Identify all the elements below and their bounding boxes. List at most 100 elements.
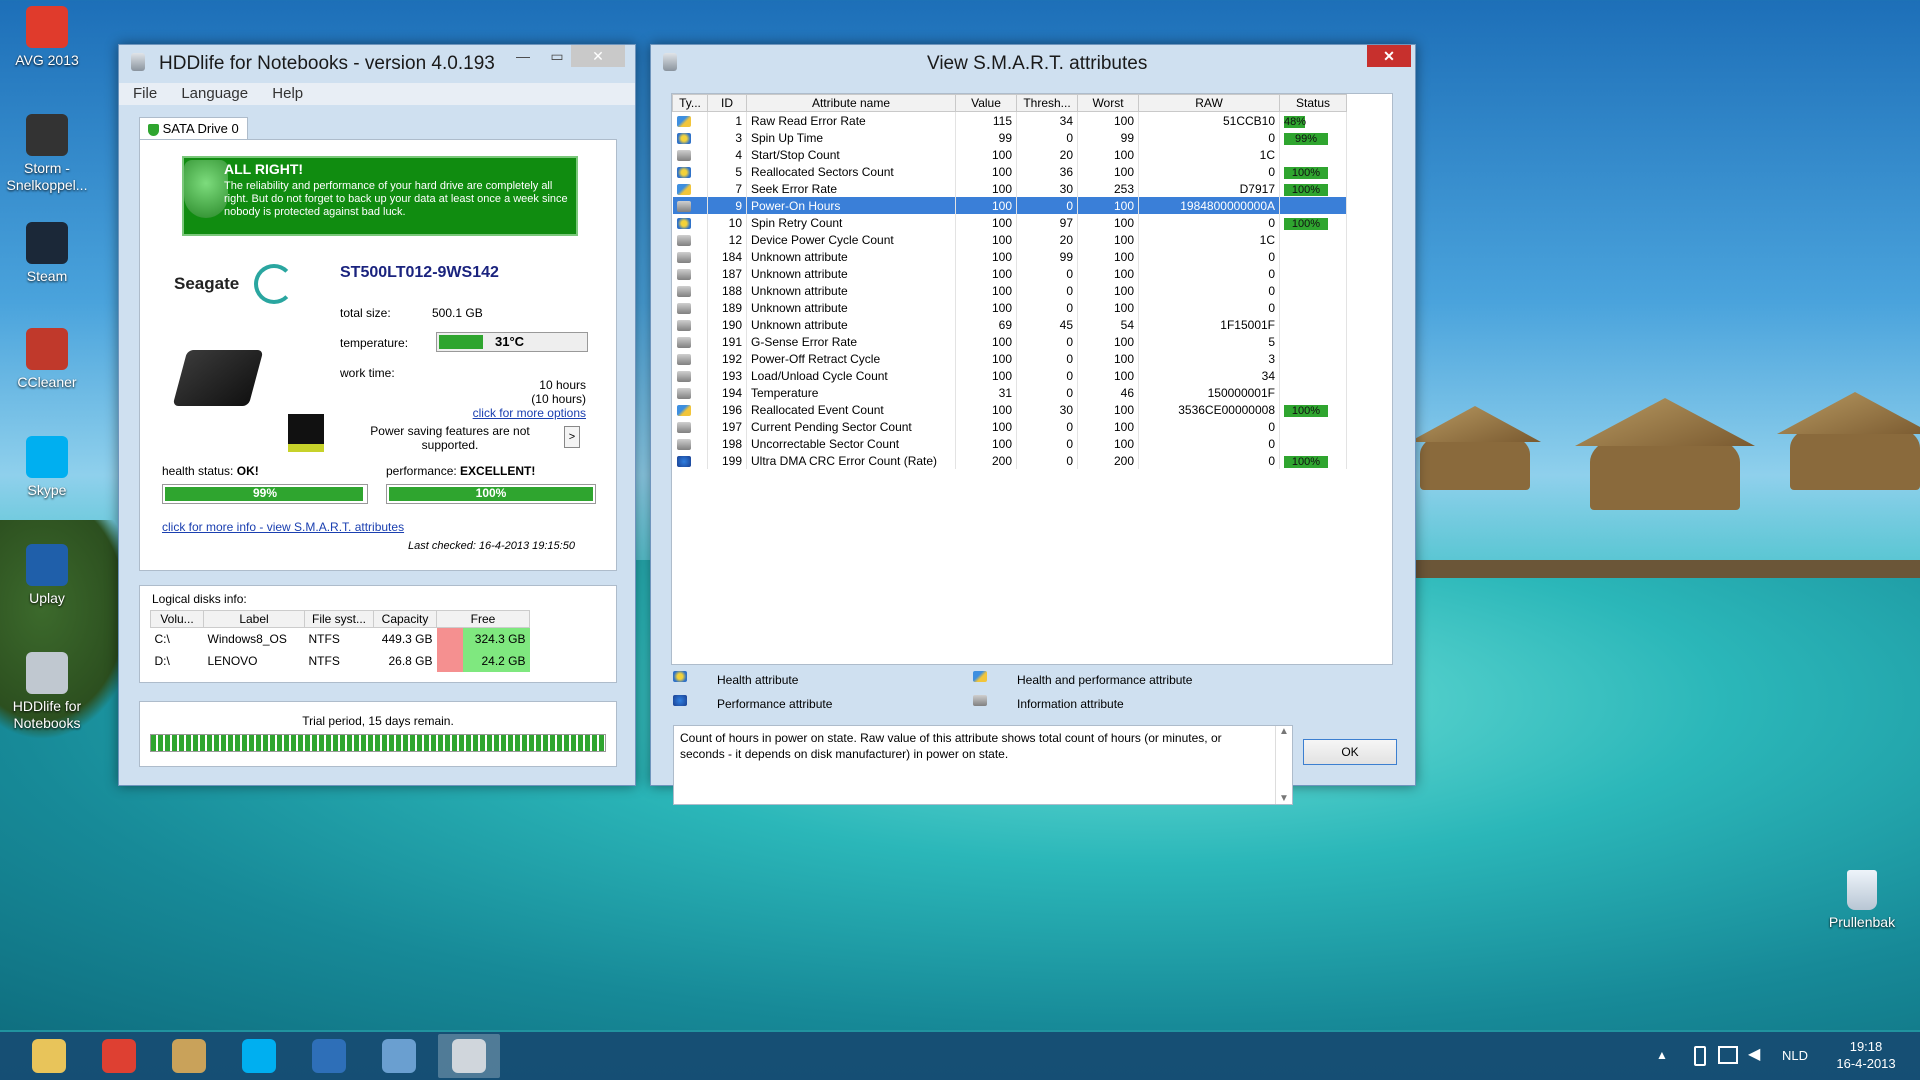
cell-name: Spin Retry Count <box>746 214 956 231</box>
column-header[interactable]: Label <box>203 610 305 628</box>
desktop-icon-1[interactable]: Storm - Snelkoppel... <box>4 114 90 194</box>
desktop-icon-label: Storm - Snelkoppel... <box>6 160 88 193</box>
table-row[interactable]: 199 Ultra DMA CRC Error Count (Rate) 200 0 2… <box>672 452 1347 469</box>
table-row[interactable]: 3 Spin Up Time 99 0 99 0 99% <box>672 129 1347 146</box>
desktop-icon-3[interactable]: CCleaner <box>4 328 90 391</box>
desktop-icon-4[interactable]: Skype <box>4 436 90 499</box>
attribute-description[interactable]: Count of hours in power on state. Raw va… <box>673 725 1293 805</box>
cell-worst: 100 <box>1077 111 1139 129</box>
app-icon <box>26 652 68 694</box>
desktop-icon-6[interactable]: HDDlife for Notebooks <box>4 652 90 732</box>
taskbar: ▲ ◀ NLD 19:18 16-4-2013 <box>0 1032 1920 1080</box>
health-attribute-icon <box>673 671 687 682</box>
column-header[interactable]: RAW <box>1138 94 1280 112</box>
table-row[interactable]: 198 Uncorrectable Sector Count 100 0 100 0 <box>672 435 1347 452</box>
column-header[interactable]: Attribute name <box>746 94 956 112</box>
taskbar-file-explorer[interactable] <box>18 1034 80 1078</box>
table-row[interactable]: D:\ LENOVO NTFS 26.8 GB 24.2 GB <box>151 650 530 672</box>
hard-drive-icon <box>172 350 264 406</box>
desktop-icon-2[interactable]: Steam <box>4 222 90 285</box>
taskbar-libraries[interactable] <box>158 1034 220 1078</box>
table-row[interactable]: 9 Power-On Hours 100 0 100 1984800000000A <box>672 197 1347 214</box>
table-row[interactable]: 4 Start/Stop Count 100 20 100 1C <box>672 146 1347 163</box>
menu-file[interactable]: File <box>133 85 157 102</box>
cell-status <box>1279 248 1347 265</box>
table-row[interactable]: 197 Current Pending Sector Count 100 0 100 0 <box>672 418 1347 435</box>
status-bar: 100% <box>1284 183 1328 196</box>
taskbar-control-panel[interactable] <box>368 1034 430 1078</box>
menu-help[interactable]: Help <box>272 85 303 102</box>
smart-attributes-link[interactable]: click for more info - view S.M.A.R.T. at… <box>162 520 404 534</box>
column-header[interactable]: Thresh... <box>1016 94 1078 112</box>
table-row[interactable]: 191 G-Sense Error Rate 100 0 100 5 <box>672 333 1347 350</box>
table-row[interactable]: 184 Unknown attribute 100 99 100 0 <box>672 248 1347 265</box>
clock[interactable]: 19:18 16-4-2013 <box>1826 1038 1906 1072</box>
taskbar-chrome[interactable] <box>88 1034 150 1078</box>
language-indicator[interactable]: NLD <box>1782 1048 1808 1063</box>
table-row[interactable]: 194 Temperature 31 0 46 150000001F <box>672 384 1347 401</box>
desktop-icon-0[interactable]: AVG 2013 <box>4 6 90 69</box>
desktop-icon-label: Steam <box>26 268 68 284</box>
table-row[interactable]: 10 Spin Retry Count 100 97 100 0 100% <box>672 214 1347 231</box>
desktop-icon-5[interactable]: Uplay <box>4 544 90 607</box>
battery-icon[interactable] <box>1694 1046 1706 1066</box>
column-header[interactable]: Status <box>1279 94 1347 112</box>
status-bar: 100% <box>1284 455 1328 468</box>
legend-information: Information attribute <box>1017 697 1124 711</box>
table-row[interactable]: 193 Load/Unload Cycle Count 100 0 100 34 <box>672 367 1347 384</box>
description-scrollbar[interactable]: ▲ ▼ <box>1275 726 1292 804</box>
table-row[interactable]: C:\ Windows8_OS NTFS 449.3 GB 324.3 GB <box>151 627 530 650</box>
column-header[interactable]: Free <box>436 610 530 628</box>
taskbar-uplay[interactable] <box>298 1034 360 1078</box>
health-percent: 99% <box>252 486 278 500</box>
table-row[interactable]: 188 Unknown attribute 100 0 100 0 <box>672 282 1347 299</box>
column-header[interactable]: ID <box>707 94 747 112</box>
show-hidden-icons-button[interactable]: ▲ <box>1656 1048 1668 1062</box>
power-info-button[interactable]: > <box>564 426 580 448</box>
taskbar-skype[interactable] <box>228 1034 290 1078</box>
column-header[interactable]: Capacity <box>373 610 437 628</box>
table-row[interactable]: 196 Reallocated Event Count 100 30 100 3536CE… <box>672 401 1347 418</box>
table-row[interactable]: 5 Reallocated Sectors Count 100 36 100 0 100% <box>672 163 1347 180</box>
libraries-icon <box>172 1039 206 1073</box>
close-button[interactable]: ✕ <box>571 45 625 67</box>
cell-thresh: 0 <box>1016 197 1078 214</box>
table-row[interactable]: 12 Device Power Cycle Count 100 20 100 1C <box>672 231 1347 248</box>
column-header[interactable]: Volu... <box>150 610 204 628</box>
table-row[interactable]: 189 Unknown attribute 100 0 100 0 <box>672 299 1347 316</box>
cell-id: 199 <box>707 452 747 469</box>
volume-icon[interactable]: ◀ <box>1748 1044 1760 1064</box>
table-row[interactable]: 190 Unknown attribute 69 45 54 1F15001F <box>672 316 1347 333</box>
cell-status <box>1279 265 1347 282</box>
type-cell <box>672 265 708 282</box>
desktop-icon-recycle-bin[interactable]: Prullenbak <box>1812 870 1912 931</box>
cell-raw: D7917 <box>1138 180 1280 197</box>
cell-id: 187 <box>707 265 747 282</box>
table-row[interactable]: 1 Raw Read Error Rate 115 34 100 51CCB10 48% <box>672 111 1347 129</box>
smart-titlebar[interactable]: View S.M.A.R.T. attributes ✕ <box>651 45 1415 79</box>
cell-thresh: 0 <box>1016 384 1078 401</box>
legend-performance: Performance attribute <box>717 697 833 711</box>
cell-id: 1 <box>707 111 747 129</box>
table-row[interactable]: 187 Unknown attribute 100 0 100 0 <box>672 265 1347 282</box>
information-attribute-icon <box>676 421 691 433</box>
cell-worst: 100 <box>1077 401 1139 418</box>
cell-value: 100 <box>955 265 1017 282</box>
taskbar-hddlife[interactable] <box>438 1034 500 1078</box>
network-icon[interactable] <box>1718 1046 1738 1064</box>
column-header[interactable]: Value <box>955 94 1017 112</box>
tab-sata-drive-0[interactable]: SATA Drive 0 <box>139 117 248 139</box>
table-row[interactable]: 7 Seek Error Rate 100 30 253 D7917 100% <box>672 180 1347 197</box>
ok-button[interactable]: OK <box>1303 739 1397 765</box>
cell-status <box>1279 146 1347 163</box>
uplay-icon <box>312 1039 346 1073</box>
column-header[interactable]: File syst... <box>304 610 374 628</box>
hddlife-titlebar[interactable]: HDDlife for Notebooks - version 4.0.193 … <box>119 45 635 79</box>
table-row[interactable]: 192 Power-Off Retract Cycle 100 0 100 3 <box>672 350 1347 367</box>
menu-language[interactable]: Language <box>181 85 248 102</box>
column-header[interactable]: Ty... <box>672 94 708 112</box>
cell-worst: 100 <box>1077 350 1139 367</box>
more-options-link[interactable]: click for more options <box>473 406 586 420</box>
close-button[interactable]: ✕ <box>1367 45 1411 67</box>
column-header[interactable]: Worst <box>1077 94 1139 112</box>
